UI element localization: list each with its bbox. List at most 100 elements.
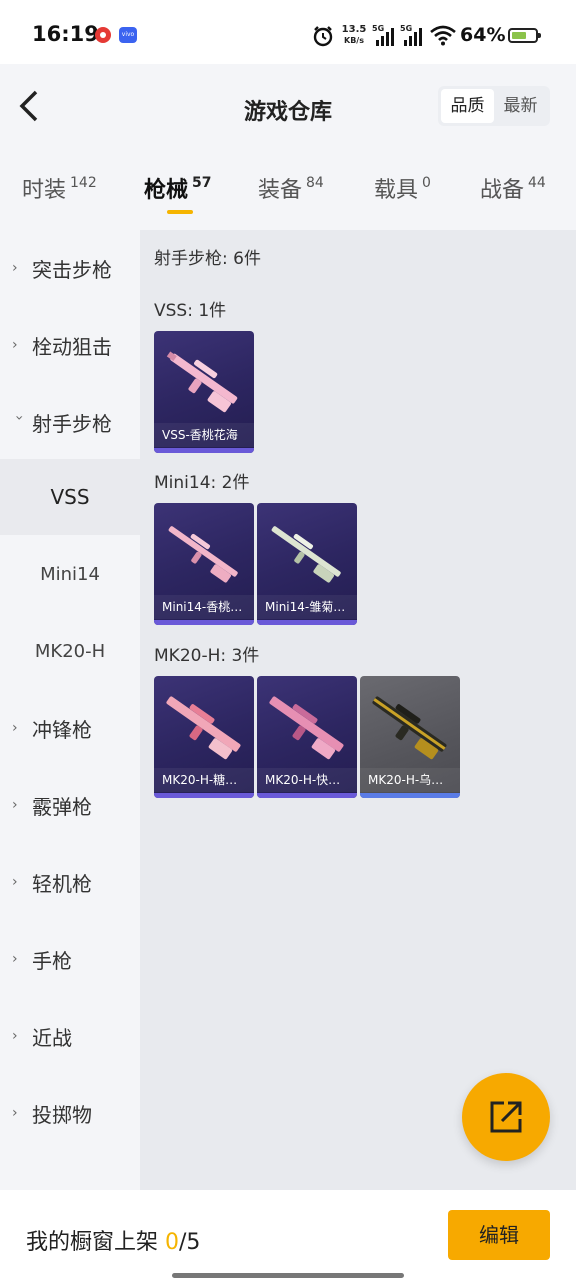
weapon-card-mini14-2[interactable]: Mini14-雏菊… [257, 503, 357, 625]
rarity-bar [257, 793, 357, 798]
share-external-icon [490, 1101, 522, 1133]
status-time: 16:19 [32, 22, 99, 46]
weapon-card-name: MK20-H-糖… [154, 768, 254, 792]
tab-count: 57 [192, 175, 212, 191]
weapon-card-mk20h-3[interactable]: MK20-H-乌… [360, 676, 460, 798]
sidebar-item-bolt-sniper[interactable]: › 栓动狙击 [0, 307, 140, 383]
rarity-bar [154, 448, 254, 453]
sidebar-item-lmg[interactable]: › 轻机枪 [0, 844, 140, 920]
sidebar-item-melee[interactable]: › 近战 [0, 998, 140, 1074]
sidebar-item-label: 近战 [32, 1025, 72, 1050]
sidebar-item-shotgun[interactable]: › 霰弹枪 [0, 767, 140, 843]
tab-label: 战备 [480, 178, 525, 203]
tab-label: 时装 [22, 178, 67, 203]
network-speed: 13.5 KB/s [341, 24, 367, 46]
sort-newest-button[interactable]: 最新 [494, 89, 547, 123]
tab-vehicles[interactable]: 载具 0 [374, 172, 431, 204]
tab-count: 44 [528, 175, 546, 191]
group-title-vss: VSS: 1件 [154, 301, 227, 321]
weapon-card-mini14-1[interactable]: Mini14-香桃… [154, 503, 254, 625]
chevron-down-icon: › [11, 415, 27, 421]
signal-2-label: 5G [400, 24, 413, 33]
chevron-right-icon: › [12, 1105, 18, 1121]
showcase-shelf-status: 我的橱窗上架 0/5 [26, 1224, 200, 1256]
category-summary: 射手步枪: 6件 [154, 249, 261, 269]
weapon-card-mk20h-1[interactable]: MK20-H-糖… [154, 676, 254, 798]
tab-count: 84 [306, 175, 324, 191]
sidebar-item-pistol[interactable]: › 手枪 [0, 921, 140, 997]
chevron-right-icon: › [12, 260, 18, 276]
showcase-shelf-total: /5 [179, 1230, 201, 1255]
weapon-type-sidebar: › 突击步枪 › 栓动狙击 › 射手步枪 VSS Mini14 MK20-H › 冲锋枪… [0, 230, 140, 1190]
battery-icon [508, 28, 541, 43]
chevron-right-icon: › [12, 874, 18, 890]
weapon-card-mk20h-2[interactable]: MK20-H-快… [257, 676, 357, 798]
sort-quality-button[interactable]: 品质 [441, 89, 494, 123]
sidebar-sub-vss[interactable]: VSS [0, 459, 140, 535]
edit-button[interactable]: 编辑 [448, 1210, 550, 1260]
weapon-card-name: VSS-香桃花海 [154, 423, 254, 447]
mk20h-skin-image [269, 696, 344, 760]
vss-skin-image [166, 351, 238, 413]
tab-label: 枪械 [144, 178, 189, 203]
mini14-skin-image [168, 526, 238, 583]
sidebar-item-label: 栓动狙击 [32, 334, 112, 359]
chevron-right-icon: › [12, 337, 18, 353]
weapon-card-name: Mini14-香桃… [154, 595, 254, 619]
tab-label: 载具 [374, 178, 419, 203]
rarity-bar [154, 620, 254, 625]
showcase-shelf-label: 我的橱窗上架 [26, 1230, 165, 1255]
bottom-bar: 我的橱窗上架 0/5 编辑 [0, 1190, 576, 1280]
sidebar-item-marksman-rifle[interactable]: › 射手步枪 [0, 384, 140, 460]
tab-equipment[interactable]: 装备 84 [258, 172, 324, 204]
sidebar-item-label: 突击步枪 [32, 257, 112, 282]
tab-count: 142 [70, 175, 97, 191]
status-bar: 16:19 vivo 13.5 KB/s 5G 5G 64% [0, 0, 576, 64]
weapon-card-vss[interactable]: VSS-香桃花海 [154, 331, 254, 453]
weapon-card-name: MK20-H-快… [257, 768, 357, 792]
sidebar-item-smg[interactable]: › 冲锋枪 [0, 690, 140, 766]
chevron-right-icon: › [12, 951, 18, 967]
chevron-right-icon: › [12, 720, 18, 736]
sidebar-item-label: 轻机枪 [32, 871, 92, 896]
tab-firearms[interactable]: 枪械 57 [144, 172, 212, 204]
header: 游戏仓库 品质 最新 [0, 64, 576, 154]
sidebar-item-throwable[interactable]: › 投掷物 [0, 1075, 140, 1151]
showcase-shelf-current: 0 [165, 1230, 179, 1255]
rarity-bar [257, 620, 357, 625]
mini14-skin-image [271, 526, 341, 583]
chevron-right-icon: › [12, 1028, 18, 1044]
sidebar-sub-mini14[interactable]: Mini14 [0, 536, 140, 612]
wifi-icon [430, 25, 456, 46]
weapon-card-name: Mini14-雏菊… [257, 595, 357, 619]
sidebar-item-label: 霰弹枪 [32, 794, 92, 819]
network-speed-value: 13.5 [341, 24, 367, 35]
sidebar-item-assault-rifle[interactable]: › 突击步枪 [0, 230, 140, 306]
sidebar-sub-mk20h[interactable]: MK20-H [0, 613, 140, 689]
tab-outfits[interactable]: 时装 142 [22, 172, 97, 204]
active-tab-indicator [167, 210, 193, 214]
signal-1-icon: 5G [372, 24, 400, 46]
vivo-app-icon: vivo [119, 27, 137, 43]
signal-2-icon: 5G [400, 24, 428, 46]
network-speed-unit: KB/s [344, 36, 364, 45]
chevron-right-icon: › [12, 797, 18, 813]
mk20h-skin-image [372, 696, 447, 760]
home-indicator[interactable] [172, 1273, 404, 1278]
sidebar-item-label: 手枪 [32, 948, 72, 973]
battery-percent: 64% [460, 24, 506, 46]
share-fab-button[interactable] [462, 1073, 550, 1161]
sidebar-item-label: 投掷物 [32, 1102, 92, 1127]
rarity-bar [360, 793, 460, 798]
tab-label: 装备 [258, 178, 303, 203]
tab-combat-gear[interactable]: 战备 44 [480, 172, 546, 204]
group-title-mini14: Mini14: 2件 [154, 473, 250, 493]
tab-count: 0 [422, 175, 431, 191]
rarity-bar [154, 793, 254, 798]
sidebar-item-label: 射手步枪 [32, 411, 112, 436]
alarm-icon [313, 26, 333, 47]
sidebar-item-label: 冲锋枪 [32, 717, 92, 742]
weapon-list: 射手步枪: 6件 VSS: 1件 VSS-香桃花海 Mini14: 2件 Min… [140, 230, 576, 1190]
signal-1-label: 5G [372, 24, 385, 33]
sort-toggle: 品质 最新 [438, 86, 550, 126]
